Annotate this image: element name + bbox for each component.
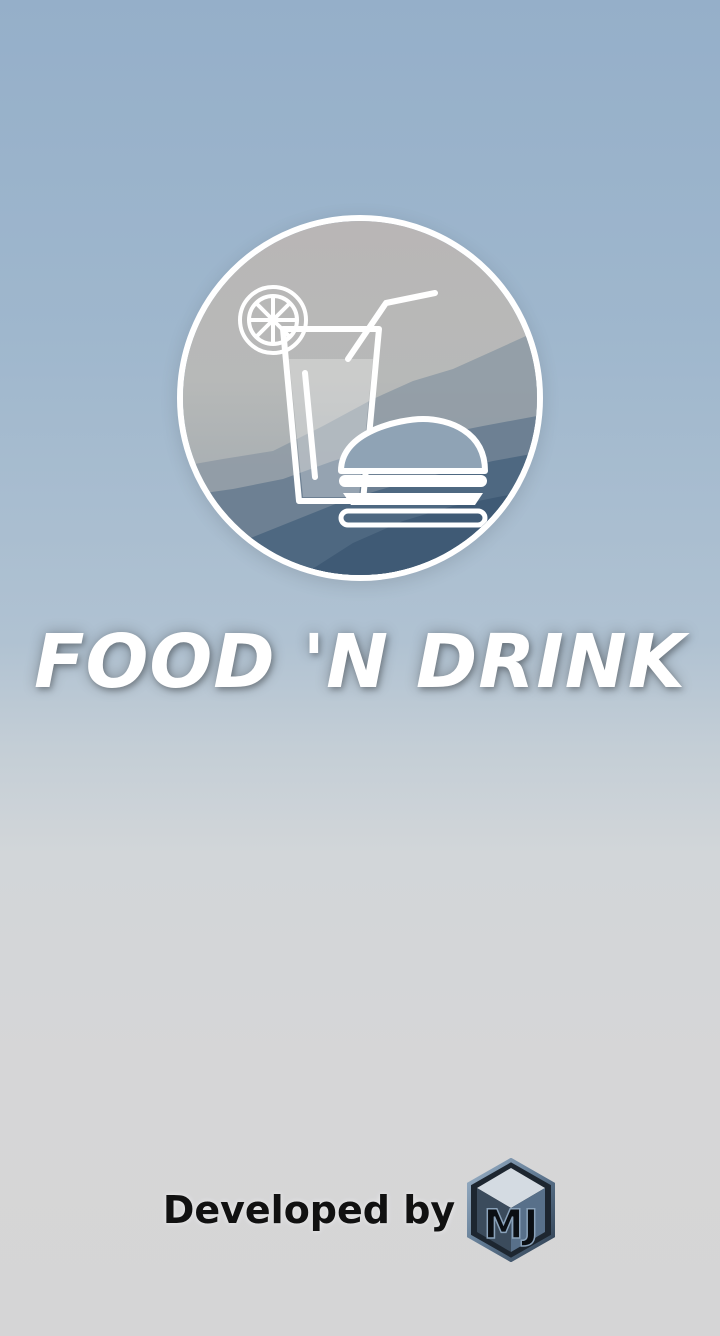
developer-credit: Developed by MJ xyxy=(0,1155,720,1265)
app-title: FOOD 'N DRINK xyxy=(33,619,687,705)
app-logo xyxy=(177,215,543,581)
developer-logo-text: MJ xyxy=(484,1202,539,1248)
drink-and-burger-icon xyxy=(183,221,537,575)
splash-screen: FOOD 'N DRINK Developed by MJ xyxy=(0,0,720,1336)
developer-logo: MJ xyxy=(465,1158,557,1262)
developed-by-label: Developed by xyxy=(162,1188,456,1232)
mj-hexagon-logo: MJ xyxy=(467,1158,556,1262)
